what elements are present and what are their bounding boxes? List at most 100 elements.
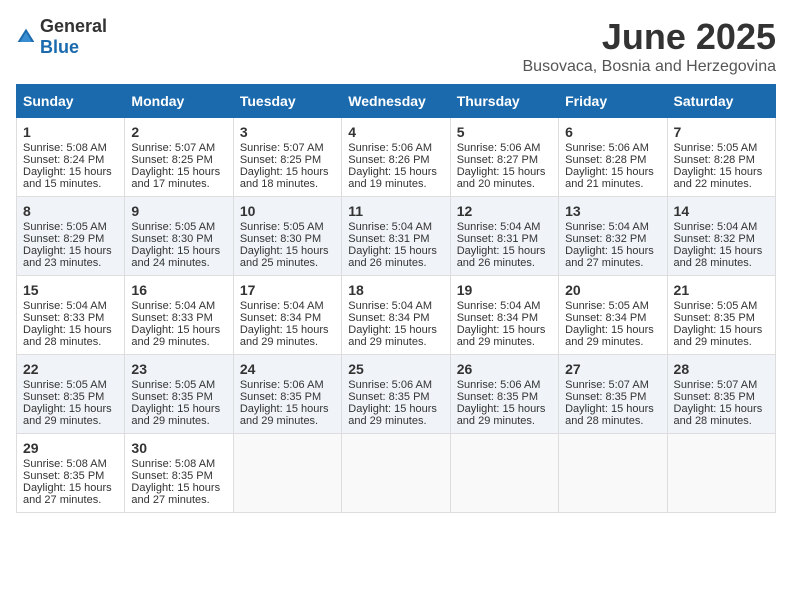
calendar-week-2: 8Sunrise: 5:05 AMSunset: 8:29 PMDaylight…: [17, 197, 776, 276]
calendar-cell: 2Sunrise: 5:07 AMSunset: 8:25 PMDaylight…: [125, 118, 233, 197]
day-info-line: and 29 minutes.: [565, 336, 660, 348]
location-subtitle: Busovaca, Bosnia and Herzegovina: [523, 58, 777, 76]
calendar-cell: 6Sunrise: 5:06 AMSunset: 8:28 PMDaylight…: [559, 118, 667, 197]
calendar-cell: 14Sunrise: 5:04 AMSunset: 8:32 PMDayligh…: [667, 197, 775, 276]
calendar-cell: 15Sunrise: 5:04 AMSunset: 8:33 PMDayligh…: [17, 276, 125, 355]
calendar-cell: 23Sunrise: 5:05 AMSunset: 8:35 PMDayligh…: [125, 355, 233, 434]
logo-blue: Blue: [40, 37, 79, 57]
day-info-line: Daylight: 15 hours: [457, 324, 552, 336]
day-info-line: Daylight: 15 hours: [240, 403, 335, 415]
month-title: June 2025: [523, 16, 777, 58]
day-info-line: and 19 minutes.: [348, 178, 443, 190]
day-info-line: Daylight: 15 hours: [348, 245, 443, 257]
day-number: 13: [565, 203, 660, 219]
day-info-line: Daylight: 15 hours: [131, 482, 226, 494]
day-info-line: Daylight: 15 hours: [131, 403, 226, 415]
day-info-line: Sunrise: 5:06 AM: [240, 379, 335, 391]
day-info-line: Sunrise: 5:05 AM: [23, 379, 118, 391]
day-info-line: Sunrise: 5:05 AM: [240, 221, 335, 233]
day-info-line: and 29 minutes.: [457, 415, 552, 427]
day-info-line: and 27 minutes.: [23, 494, 118, 506]
day-number: 4: [348, 124, 443, 140]
day-number: 27: [565, 361, 660, 377]
calendar-cell: 18Sunrise: 5:04 AMSunset: 8:34 PMDayligh…: [342, 276, 450, 355]
header-day-monday: Monday: [125, 85, 233, 118]
day-info-line: Sunrise: 5:07 AM: [565, 379, 660, 391]
day-info-line: Sunrise: 5:04 AM: [23, 300, 118, 312]
day-info-line: and 29 minutes.: [674, 336, 769, 348]
logo: General Blue: [16, 16, 107, 58]
day-info-line: Daylight: 15 hours: [674, 324, 769, 336]
day-info-line: Sunset: 8:33 PM: [23, 312, 118, 324]
day-info-line: Sunrise: 5:08 AM: [23, 142, 118, 154]
day-info-line: Sunset: 8:30 PM: [240, 233, 335, 245]
calendar-header: SundayMondayTuesdayWednesdayThursdayFrid…: [17, 85, 776, 118]
day-info-line: and 29 minutes.: [348, 415, 443, 427]
day-info-line: Sunset: 8:35 PM: [23, 470, 118, 482]
day-info-line: and 22 minutes.: [674, 178, 769, 190]
day-info-line: Daylight: 15 hours: [565, 166, 660, 178]
calendar-cell: 1Sunrise: 5:08 AMSunset: 8:24 PMDaylight…: [17, 118, 125, 197]
day-number: 1: [23, 124, 118, 140]
day-info-line: Daylight: 15 hours: [23, 403, 118, 415]
day-info-line: Sunset: 8:35 PM: [565, 391, 660, 403]
day-number: 25: [348, 361, 443, 377]
header-day-friday: Friday: [559, 85, 667, 118]
day-info-line: Sunrise: 5:06 AM: [457, 379, 552, 391]
day-info-line: Daylight: 15 hours: [674, 403, 769, 415]
day-number: 12: [457, 203, 552, 219]
calendar-week-5: 29Sunrise: 5:08 AMSunset: 8:35 PMDayligh…: [17, 434, 776, 513]
day-info-line: Daylight: 15 hours: [23, 324, 118, 336]
day-info-line: Sunrise: 5:05 AM: [674, 300, 769, 312]
day-info-line: and 28 minutes.: [674, 415, 769, 427]
day-info-line: Sunset: 8:35 PM: [131, 391, 226, 403]
day-info-line: and 28 minutes.: [23, 336, 118, 348]
day-info-line: Sunrise: 5:04 AM: [348, 300, 443, 312]
day-info-line: Sunset: 8:26 PM: [348, 154, 443, 166]
day-info-line: Sunset: 8:25 PM: [131, 154, 226, 166]
day-info-line: Sunrise: 5:07 AM: [240, 142, 335, 154]
calendar-cell: [559, 434, 667, 513]
day-info-line: Sunrise: 5:04 AM: [457, 300, 552, 312]
day-info-line: Sunrise: 5:08 AM: [23, 458, 118, 470]
day-info-line: Sunset: 8:27 PM: [457, 154, 552, 166]
calendar-cell: 25Sunrise: 5:06 AMSunset: 8:35 PMDayligh…: [342, 355, 450, 434]
day-info-line: and 29 minutes.: [131, 415, 226, 427]
day-info-line: Sunrise: 5:06 AM: [565, 142, 660, 154]
day-info-line: Daylight: 15 hours: [565, 324, 660, 336]
day-info-line: Sunrise: 5:05 AM: [23, 221, 118, 233]
day-info-line: and 29 minutes.: [23, 415, 118, 427]
day-info-line: Sunset: 8:32 PM: [565, 233, 660, 245]
calendar-cell: 10Sunrise: 5:05 AMSunset: 8:30 PMDayligh…: [233, 197, 341, 276]
day-number: 9: [131, 203, 226, 219]
calendar-cell: 3Sunrise: 5:07 AMSunset: 8:25 PMDaylight…: [233, 118, 341, 197]
page-header: General Blue June 2025 Busovaca, Bosnia …: [16, 16, 776, 76]
day-info-line: Daylight: 15 hours: [131, 245, 226, 257]
title-section: June 2025 Busovaca, Bosnia and Herzegovi…: [523, 16, 777, 76]
day-info-line: Sunrise: 5:04 AM: [348, 221, 443, 233]
day-info-line: Sunset: 8:34 PM: [348, 312, 443, 324]
day-number: 3: [240, 124, 335, 140]
day-info-line: and 27 minutes.: [565, 257, 660, 269]
calendar-cell: 13Sunrise: 5:04 AMSunset: 8:32 PMDayligh…: [559, 197, 667, 276]
day-info-line: Sunset: 8:35 PM: [131, 470, 226, 482]
day-info-line: Daylight: 15 hours: [348, 403, 443, 415]
calendar-cell: 28Sunrise: 5:07 AMSunset: 8:35 PMDayligh…: [667, 355, 775, 434]
day-info-line: Sunset: 8:30 PM: [131, 233, 226, 245]
calendar-cell: 27Sunrise: 5:07 AMSunset: 8:35 PMDayligh…: [559, 355, 667, 434]
day-info-line: Sunrise: 5:04 AM: [457, 221, 552, 233]
logo-text: General Blue: [40, 16, 107, 58]
header-day-tuesday: Tuesday: [233, 85, 341, 118]
day-info-line: and 28 minutes.: [565, 415, 660, 427]
calendar-cell: [233, 434, 341, 513]
day-info-line: and 20 minutes.: [457, 178, 552, 190]
day-info-line: and 29 minutes.: [131, 336, 226, 348]
day-number: 21: [674, 282, 769, 298]
header-day-saturday: Saturday: [667, 85, 775, 118]
calendar-cell: 9Sunrise: 5:05 AMSunset: 8:30 PMDaylight…: [125, 197, 233, 276]
day-number: 17: [240, 282, 335, 298]
day-number: 16: [131, 282, 226, 298]
day-info-line: and 15 minutes.: [23, 178, 118, 190]
day-number: 20: [565, 282, 660, 298]
day-info-line: and 25 minutes.: [240, 257, 335, 269]
